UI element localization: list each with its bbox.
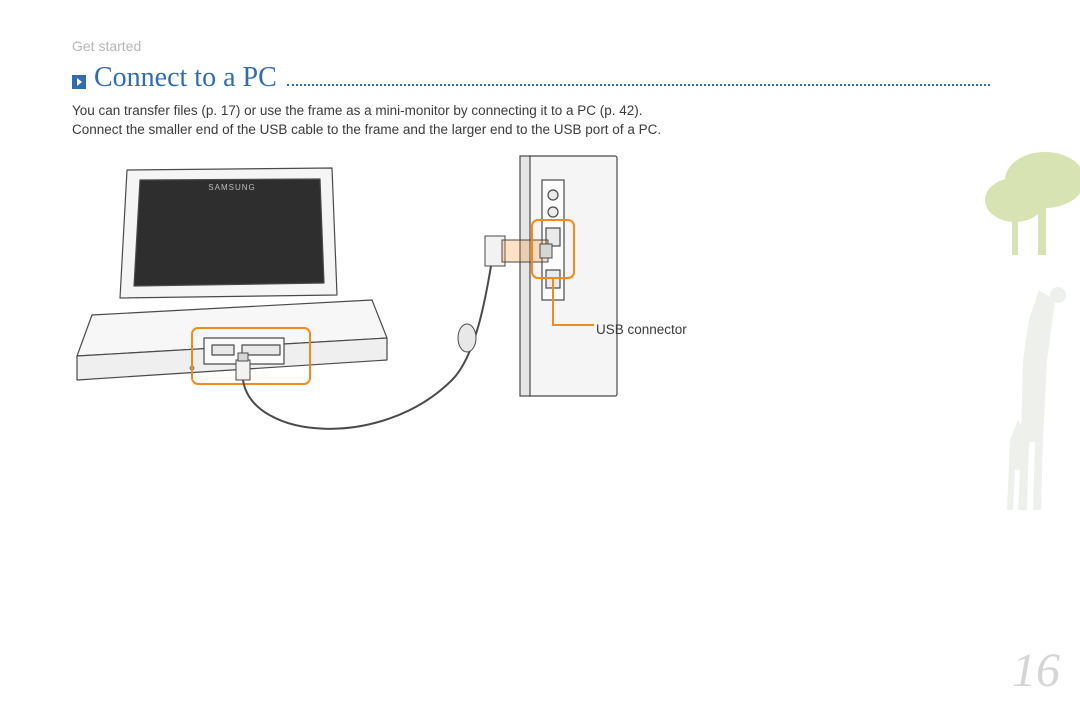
connection-diagram: SAMSUNG (72, 150, 702, 470)
body-line-1: You can transfer files (p. 17) or use th… (72, 102, 960, 121)
manual-page: Get started Connect to a PC You can tran… (0, 0, 1080, 712)
body-text: You can transfer files (p. 17) or use th… (72, 102, 960, 140)
body-line-2: Connect the smaller end of the USB cable… (72, 121, 960, 140)
cable-ferrite (458, 324, 476, 352)
device-brand-label: SAMSUNG (208, 183, 255, 192)
section-heading: Connect to a PC (94, 62, 277, 94)
bullet-play-icon (72, 75, 86, 89)
diagram-svg: SAMSUNG (72, 150, 702, 470)
section-heading-row: Connect to a PC (72, 62, 990, 94)
breadcrumb: Get started (72, 38, 141, 54)
photo-frame-device: SAMSUNG (77, 168, 387, 380)
page-number: 16 (1012, 643, 1060, 698)
usb-connector-label: USB connector (596, 322, 687, 337)
heading-dotted-rule (287, 70, 990, 86)
decorative-side-art (960, 140, 1080, 560)
usb-plug-small (236, 353, 250, 380)
usb-plug-large (485, 236, 552, 266)
